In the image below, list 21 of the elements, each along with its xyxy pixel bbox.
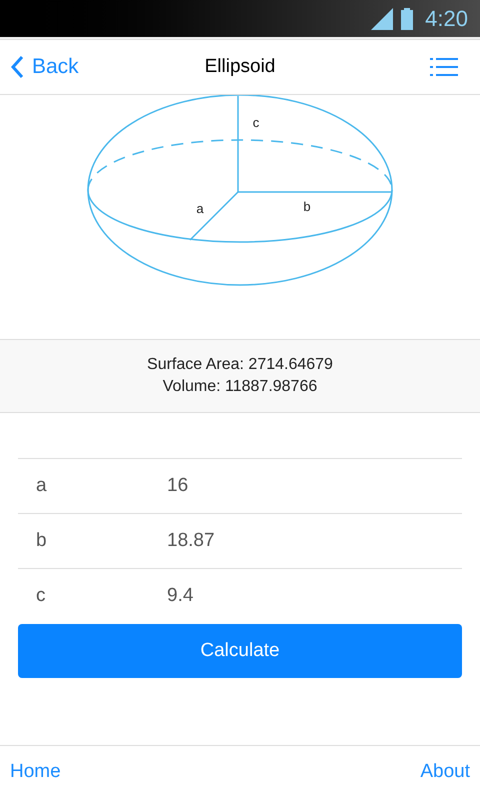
clock-time: 4:20 [425, 5, 468, 33]
chevron-left-icon [10, 55, 24, 79]
page-title: Ellipsoid [204, 54, 276, 79]
input-field[interactable]: 16 [167, 472, 462, 500]
input-field[interactable]: 18.87 [167, 526, 462, 556]
axis-label: a [196, 201, 204, 216]
result-text: Volume: 11887.98766 [162, 377, 318, 397]
field-label: b [35, 528, 48, 553]
result-text: Surface Area: 2714.64679 [147, 355, 333, 375]
menu-icon [430, 57, 458, 77]
input-field[interactable]: 9.4 [167, 582, 462, 611]
axis-label: c [252, 115, 260, 130]
about-link[interactable]: About [420, 758, 470, 786]
field-label: c [35, 584, 46, 608]
back-button[interactable]: Back [10, 51, 79, 83]
field-label: a [35, 474, 48, 498]
battery-icon [401, 8, 414, 30]
axis-label: b [303, 199, 311, 214]
signal-icon [371, 8, 394, 30]
calculate-button[interactable]: Calculate [18, 624, 462, 678]
home-link[interactable]: Home [10, 758, 61, 786]
